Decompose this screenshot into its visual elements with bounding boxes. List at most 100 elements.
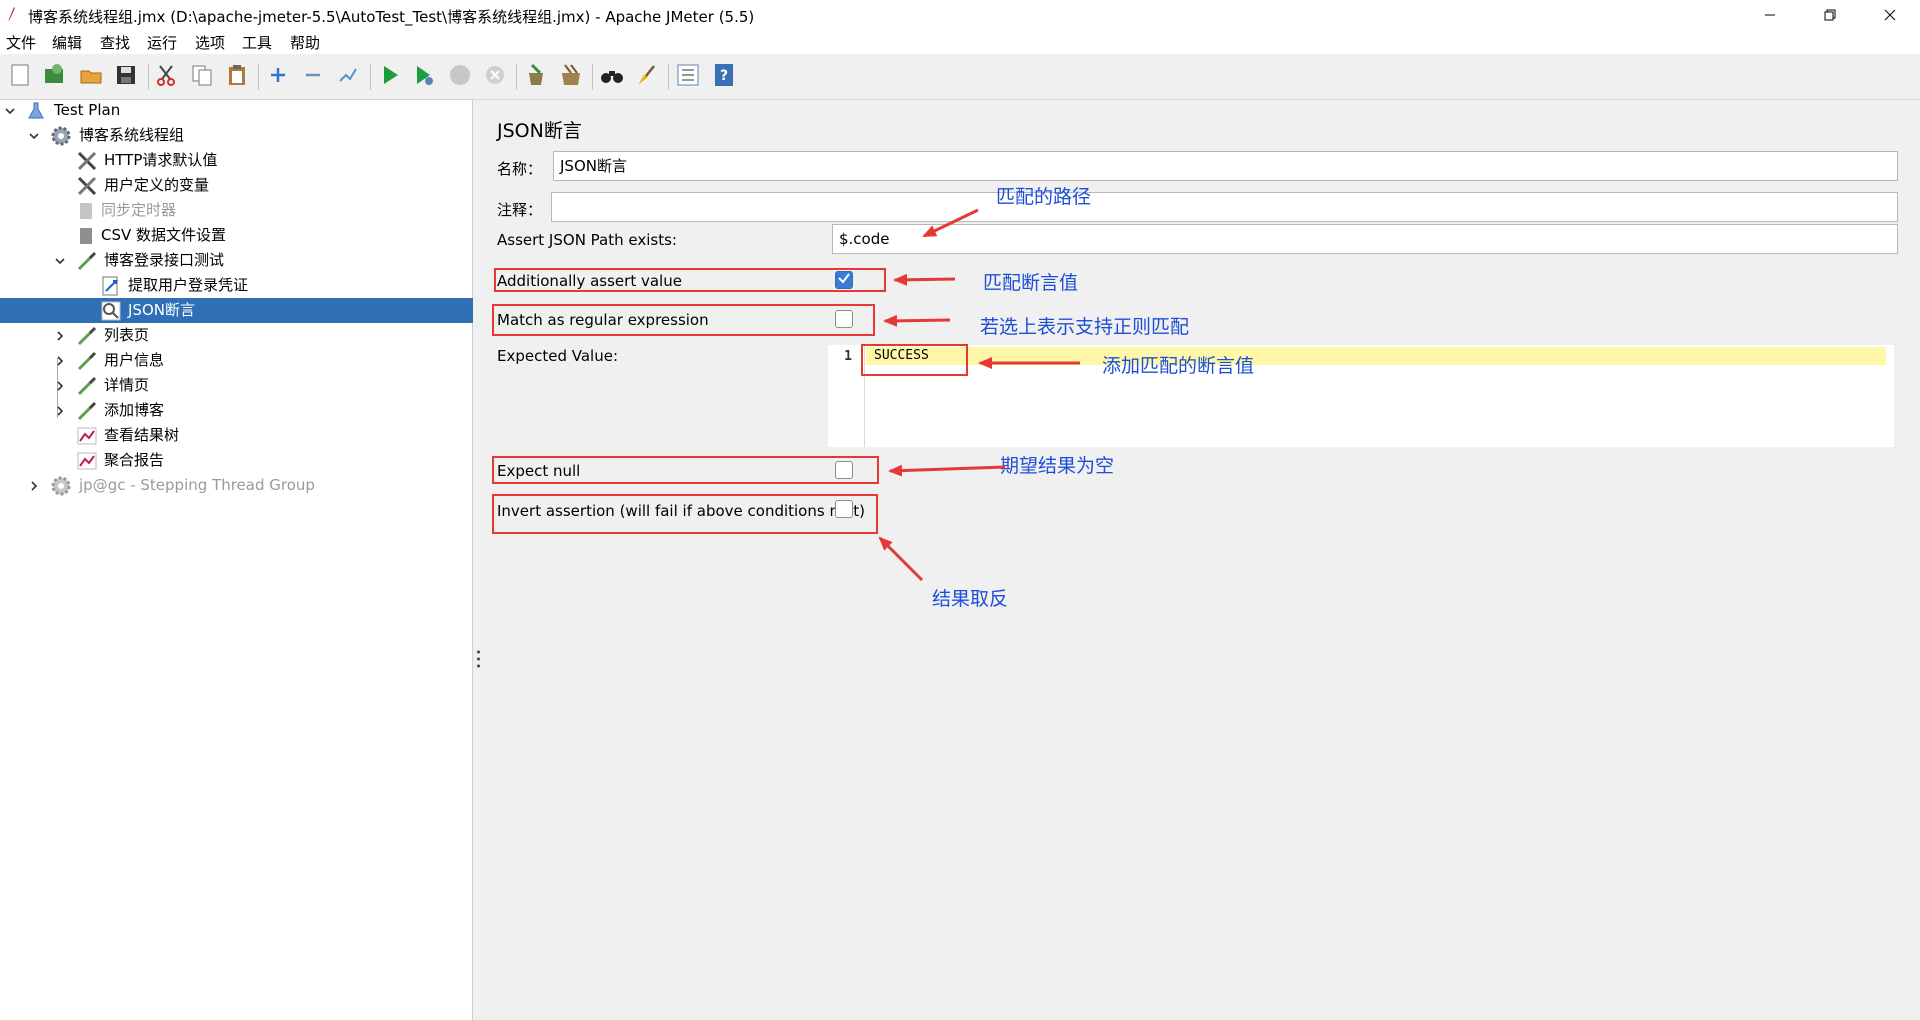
restore-button[interactable] <box>1800 0 1860 30</box>
templates-icon <box>42 63 66 91</box>
test-plan-tree: Test Plan 博客系统线程组 HTTP请求默认值 用户定义的变量 同步定时… <box>0 100 473 1020</box>
start-icon <box>378 63 402 91</box>
start-no-pause-button[interactable] <box>410 63 438 91</box>
tree-node-stepping-thread-group[interactable]: jp@gc - Stepping Thread Group <box>0 473 473 498</box>
json-path-field[interactable]: $.code <box>832 224 1898 254</box>
expand-button[interactable] <box>264 63 292 91</box>
clear-all-icon <box>559 63 583 91</box>
tree-node-label: HTTP请求默认值 <box>104 151 218 169</box>
function-helper-button[interactable] <box>674 63 702 91</box>
tree-node-label: 用户定义的变量 <box>104 176 210 194</box>
tree-node-list-page[interactable]: 列表页 <box>0 323 473 348</box>
tree-node-aggregate-report[interactable]: 聚合报告 <box>0 448 473 473</box>
tree-node-user-variables[interactable]: 用户定义的变量 <box>0 173 473 198</box>
panel-splitter[interactable] <box>473 100 485 1020</box>
jmeter-feather-icon <box>6 6 16 22</box>
config-tools-icon <box>76 173 98 198</box>
clear-button[interactable] <box>522 63 550 91</box>
comment-field[interactable] <box>551 192 1898 222</box>
open-icon <box>79 63 103 91</box>
collapse-button[interactable] <box>299 63 327 91</box>
chevron-down-icon[interactable] <box>4 98 16 123</box>
thread-group-gear-icon <box>50 123 72 148</box>
clear-all-button[interactable] <box>557 63 585 91</box>
search-icon <box>599 63 625 91</box>
minimize-button[interactable] <box>1740 0 1800 30</box>
close-button[interactable] <box>1860 0 1920 30</box>
function-helper-icon <box>676 63 700 91</box>
tree-node-thread-group[interactable]: 博客系统线程组 <box>0 123 473 148</box>
tree-node-result-tree[interactable]: 查看结果树 <box>0 423 473 448</box>
tree-node-label: 博客登录接口测试 <box>104 251 225 269</box>
extractor-arrow-icon <box>100 273 122 298</box>
toggle-button[interactable] <box>334 63 362 91</box>
reset-search-button[interactable] <box>632 63 660 91</box>
http-sampler-pipette-icon <box>76 348 98 373</box>
menu-options[interactable]: 选项 <box>195 32 225 53</box>
new-button[interactable] <box>6 63 34 91</box>
tree-node-extractor[interactable]: 提取用户登录凭证 <box>0 273 473 298</box>
chevron-down-icon[interactable] <box>28 123 40 148</box>
http-sampler-pipette-icon <box>76 373 98 398</box>
menu-file[interactable]: 文件 <box>6 32 36 53</box>
menu-edit[interactable]: 编辑 <box>52 32 82 53</box>
new-icon <box>8 63 32 91</box>
tree-node-label: CSV 数据文件设置 <box>101 226 227 244</box>
shutdown-button[interactable] <box>481 63 509 91</box>
menu-search[interactable]: 查找 <box>100 32 130 53</box>
chevron-right-icon[interactable] <box>54 348 66 373</box>
tree-node-detail-page[interactable]: 详情页 <box>0 373 473 398</box>
search-button[interactable] <box>598 63 626 91</box>
tree-node-csv-config[interactable]: CSV 数据文件设置 <box>0 223 473 248</box>
name-field[interactable]: JSON断言 <box>553 151 1898 181</box>
tree-node-add-blog[interactable]: 添加博客 <box>0 398 473 423</box>
tree-node-label: 提取用户登录凭证 <box>128 276 249 294</box>
templates-button[interactable] <box>40 63 68 91</box>
menu-tools[interactable]: 工具 <box>242 32 272 53</box>
help-button[interactable]: ? <box>710 63 738 91</box>
tree-node-user-info[interactable]: 用户信息 <box>0 348 473 373</box>
window-title: 博客系统线程组.jmx (D:\apache-jmeter-5.5\AutoTe… <box>28 8 755 26</box>
tree-node-test-plan[interactable]: Test Plan <box>0 98 473 123</box>
menu-run[interactable]: 运行 <box>147 32 177 53</box>
listener-chart-icon <box>76 448 98 473</box>
drag-handle-icon[interactable] <box>477 650 480 668</box>
cut-icon <box>154 63 178 91</box>
chevron-right-icon[interactable] <box>54 373 66 398</box>
panel-title: JSON断言 <box>497 120 582 142</box>
copy-button[interactable] <box>188 63 216 91</box>
chevron-right-icon[interactable] <box>54 398 66 423</box>
timer-doc-icon <box>78 198 94 223</box>
chevron-right-icon[interactable] <box>28 473 40 498</box>
expand-icon <box>266 63 290 91</box>
csv-doc-icon <box>78 223 94 248</box>
title-bar: 博客系统线程组.jmx (D:\apache-jmeter-5.5\AutoTe… <box>0 0 1920 30</box>
tree-node-sync-timer[interactable]: 同步定时器 <box>0 198 473 223</box>
chevron-down-icon[interactable] <box>54 248 66 273</box>
close-icon <box>1884 9 1896 21</box>
open-button[interactable] <box>77 63 105 91</box>
tree-node-http-defaults[interactable]: HTTP请求默认值 <box>0 148 473 173</box>
stop-icon <box>448 63 472 91</box>
tree-node-label: 添加博客 <box>104 401 165 419</box>
tree-node-json-assertion[interactable]: JSON断言 <box>0 298 473 323</box>
collapse-icon <box>301 63 325 91</box>
menu-bar: 文件 编辑 查找 运行 选项 工具 帮助 <box>0 30 1920 54</box>
json-assertion-panel: JSON断言 名称： JSON断言 注释： Assert JSON Path e… <box>485 100 1920 1020</box>
menu-help[interactable]: 帮助 <box>290 32 320 53</box>
chevron-right-icon[interactable] <box>54 323 66 348</box>
paste-button[interactable] <box>223 63 251 91</box>
test-plan-icon <box>26 98 46 123</box>
tree-node-login-sampler[interactable]: 博客登录接口测试 <box>0 248 473 273</box>
highlight-box-expected-value <box>861 344 968 376</box>
expected-value-editor[interactable]: 1 SUCCESS <box>828 345 1894 447</box>
cut-button[interactable] <box>152 63 180 91</box>
start-button[interactable] <box>376 63 404 91</box>
toolbar: ? <box>0 54 1920 100</box>
stop-button[interactable] <box>446 63 474 91</box>
save-button[interactable] <box>112 63 140 91</box>
tree-node-label: 列表页 <box>104 326 150 344</box>
current-line-highlight <box>866 347 1886 365</box>
restore-icon <box>1824 9 1836 21</box>
tree-node-label: Test Plan <box>54 101 121 119</box>
